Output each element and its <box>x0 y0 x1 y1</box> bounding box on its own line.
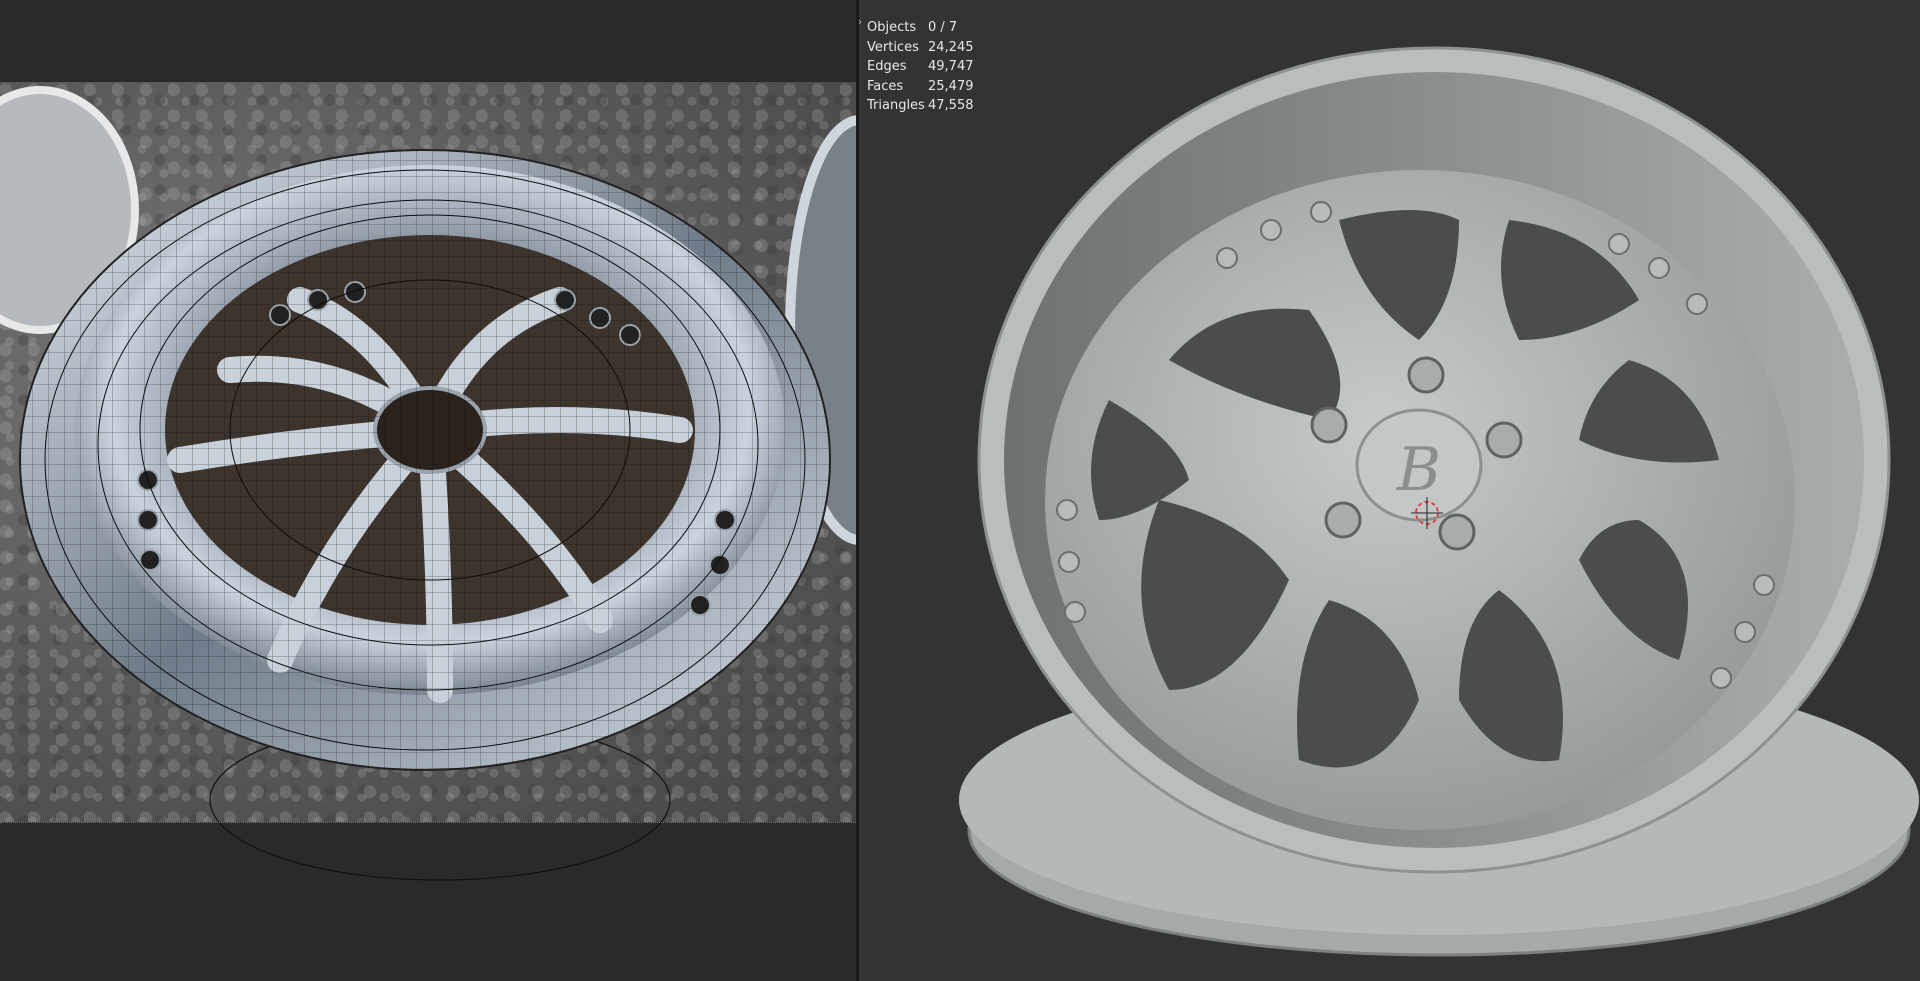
wire-mesh-overlay <box>20 150 830 770</box>
stats-value: 25,479 <box>928 78 974 94</box>
stats-label: Vertices <box>867 39 919 55</box>
stats-label: Triangles <box>867 98 925 113</box>
brand-logo-icon: B <box>1396 435 1441 505</box>
stats-row-triangles: Triangles 47,558 <box>867 96 974 116</box>
corner-arrow-icon[interactable]: › <box>858 17 862 28</box>
shaded-wheel-model: B <box>959 46 1919 957</box>
stats-row-edges: Edges 49,747 <box>867 57 974 77</box>
stats-row-faces: Faces 25,479 <box>867 77 974 97</box>
stats-label: Objects <box>867 20 917 35</box>
chrome-wheel-wireframe <box>0 86 856 881</box>
scene-statistics: Objects 0 / 7 Vertices 24,245 Edges 49,7… <box>867 18 974 116</box>
stats-value: 47,558 <box>928 98 974 113</box>
stats-row-vertices: Vertices 24,245 <box>867 38 974 58</box>
photo-bottom-edge <box>0 822 856 823</box>
stats-row-objects: Objects 0 / 7 <box>867 18 974 38</box>
right-viewport-3d[interactable]: B <box>859 0 1920 981</box>
stats-label: Edges <box>867 59 907 74</box>
left-viewport-reference[interactable] <box>0 0 856 981</box>
stats-label: Faces <box>867 78 904 94</box>
stats-value: 0 / 7 <box>928 20 958 35</box>
stats-value: 24,245 <box>928 39 974 55</box>
stats-value: 49,747 <box>928 59 974 74</box>
